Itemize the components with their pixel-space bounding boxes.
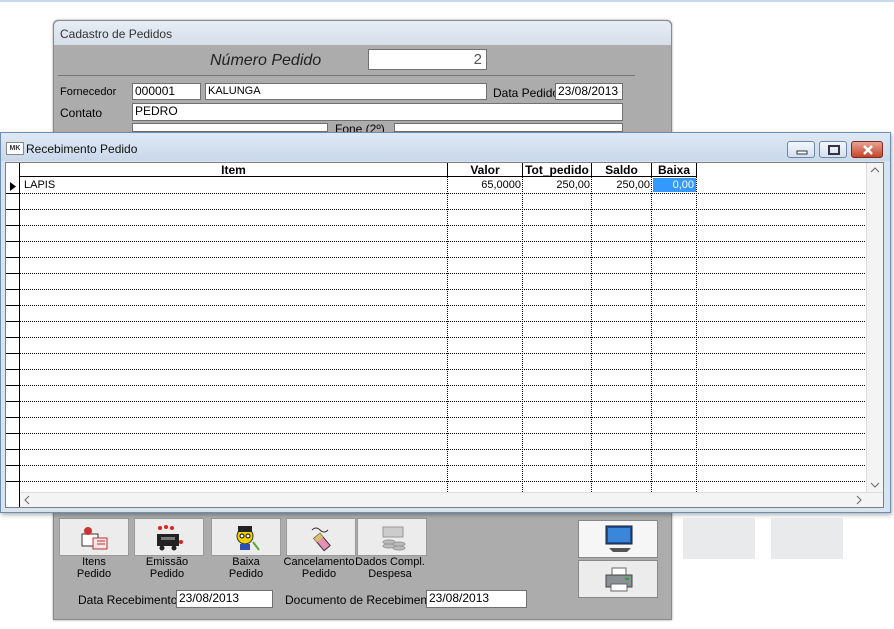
app-icon[interactable]: MK	[6, 142, 24, 155]
itens-pedido-button[interactable]	[59, 518, 129, 556]
monitor-button[interactable]	[578, 520, 658, 558]
contato-label: Contato	[60, 106, 103, 120]
fornecedor-name-field[interactable]: KALUNGA	[205, 83, 487, 100]
scroll-right-icon[interactable]	[855, 495, 863, 505]
fone-field[interactable]	[394, 123, 623, 132]
close-button[interactable]	[851, 141, 883, 158]
scroll-left-icon[interactable]	[23, 495, 31, 505]
grid-lines	[6, 177, 868, 493]
scroll-up-icon[interactable]	[870, 166, 880, 174]
cell-item[interactable]: LAPIS	[24, 178, 55, 192]
items-icon	[81, 527, 108, 550]
worker-icon	[236, 526, 260, 551]
close-icon	[863, 145, 873, 155]
data-recebimento-label: Data Recebimento	[78, 593, 178, 607]
fornecedor-code-field[interactable]: 000001	[132, 83, 201, 100]
vertical-scrollbar[interactable]	[866, 163, 883, 493]
recebimento-pedido-window: MK Recebimento Pedido Item Valor Tot_ped…	[0, 132, 891, 513]
emissao-pedido-button[interactable]	[134, 518, 204, 556]
cancelamento-pedido-button[interactable]	[286, 518, 356, 556]
print-button[interactable]	[578, 560, 658, 598]
disabled-tile	[771, 518, 843, 559]
row-indicator-column	[6, 163, 20, 507]
column-header-saldo[interactable]: Saldo	[592, 163, 652, 177]
items-grid[interactable]: Item Valor Tot_pedido Saldo Baixa LAPIS …	[5, 162, 884, 508]
recebimento-window-titlebar[interactable]: MK Recebimento Pedido	[1, 133, 890, 161]
baixa-pedido-button[interactable]	[211, 518, 281, 556]
data-pedido-label: Data Pedido	[493, 86, 560, 100]
printer-icon	[605, 567, 633, 592]
itens-pedido-label: Itens Pedido	[76, 556, 112, 580]
numero-pedido-field[interactable]: 2	[368, 49, 487, 70]
cell-saldo[interactable]: 250,00	[594, 178, 650, 192]
maximize-icon	[828, 145, 840, 155]
cell-baixa[interactable]: 0,00	[653, 178, 696, 192]
cell-valor[interactable]: 65,0000	[450, 178, 521, 192]
monitor-icon	[605, 525, 633, 552]
printer-emission-icon	[157, 525, 183, 551]
cancelamento-pedido-label: Cancelamento Pedido	[283, 556, 355, 580]
column-header-item[interactable]: Item	[20, 163, 448, 177]
partial-field[interactable]	[132, 123, 328, 132]
emissao-pedido-label: Emissão Pedido	[145, 556, 189, 580]
scroll-down-icon[interactable]	[870, 481, 880, 489]
column-header-baixa[interactable]: Baixa	[652, 163, 697, 177]
cadastro-window-titlebar: Cadastro de Pedidos	[54, 21, 671, 45]
documento-recebimento-field[interactable]: 23/08/2013	[426, 590, 527, 608]
horizontal-scrollbar[interactable]	[20, 492, 883, 507]
maximize-button[interactable]	[819, 141, 847, 158]
cadastro-window-title: Cadastro de Pedidos	[60, 27, 173, 41]
data-pedido-field[interactable]: 23/08/2013	[555, 83, 623, 100]
fornecedor-label: Fornecedor	[60, 86, 117, 98]
baixa-pedido-label: Baixa Pedido	[228, 556, 264, 580]
dados-compl-despesa-button[interactable]	[357, 518, 427, 556]
data-recebimento-field[interactable]: 23/08/2013	[176, 590, 273, 608]
separator	[58, 75, 635, 76]
coins-icon	[382, 526, 406, 551]
minimize-icon	[796, 150, 808, 155]
numero-pedido-label: Número Pedido	[210, 52, 322, 69]
column-header-tot-pedido[interactable]: Tot_pedido	[523, 163, 592, 177]
cell-tot-pedido[interactable]: 250,00	[525, 178, 590, 192]
current-row-arrow-icon	[10, 182, 16, 191]
dados-compl-label: Dados Compl. Despesa	[355, 556, 425, 580]
contato-field[interactable]: PEDRO	[132, 103, 623, 121]
disabled-tile	[683, 518, 755, 559]
documento-recebimento-label: Documento de Recebimento	[285, 593, 438, 607]
top-border	[0, 0, 894, 2]
fone-label: Fone (2º)	[335, 122, 385, 132]
eraser-icon	[311, 527, 331, 552]
minimize-button[interactable]	[787, 141, 815, 158]
recebimento-window-title: Recebimento Pedido	[26, 142, 138, 156]
column-header-valor[interactable]: Valor	[448, 163, 523, 177]
